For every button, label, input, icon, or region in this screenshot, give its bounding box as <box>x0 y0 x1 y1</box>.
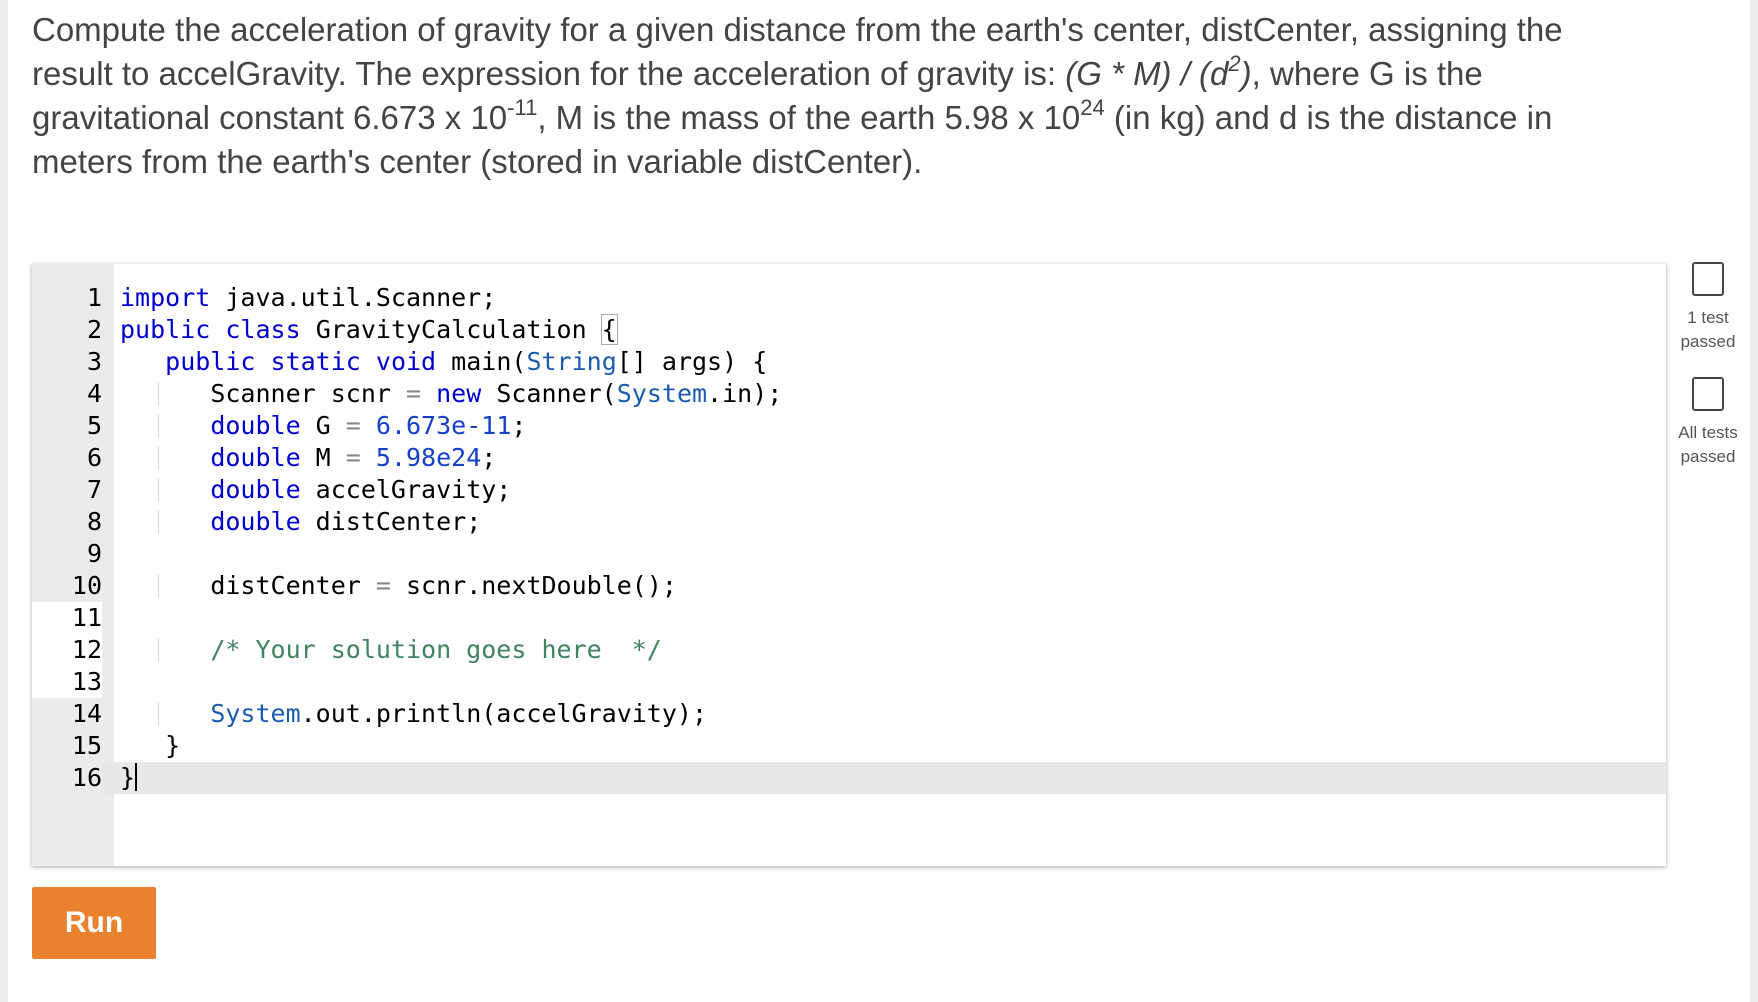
problem-description: Compute the acceleration of gravity for … <box>32 11 1563 180</box>
active-code-line[interactable]: 16 } <box>32 762 1666 794</box>
test-status-label: passed <box>1680 447 1736 466</box>
code-line[interactable]: 2 public class GravityCalculation { <box>32 314 1666 346</box>
test-status-label: 1 test <box>1687 308 1729 327</box>
test-status-label: passed <box>1680 332 1736 351</box>
code-line[interactable]: 8 double distCenter; <box>32 506 1666 538</box>
test-status-all: All tests passed <box>1668 377 1748 469</box>
challenge-card: Compute the acceleration of gravity for … <box>8 0 1750 1002</box>
code-editor[interactable]: 1 import java.util.Scanner; 2 public cla… <box>32 264 1666 866</box>
line-number: 3 <box>32 346 102 378</box>
line-number: 14 <box>32 698 102 730</box>
line-number: 5 <box>32 410 102 442</box>
code-line[interactable]: 15 } <box>32 730 1666 762</box>
matched-brace: { <box>600 314 618 345</box>
code-line[interactable]: 3 public static void main(String[] args)… <box>32 346 1666 378</box>
line-number: 13 <box>32 666 102 698</box>
code-line[interactable]: 13 <box>32 666 1666 698</box>
code-line[interactable]: 11 <box>32 602 1666 634</box>
checkbox-icon <box>1692 262 1724 296</box>
line-number: 15 <box>32 730 102 762</box>
line-number: 16 <box>32 762 102 794</box>
code-line[interactable]: 5 double G = 6.673e-11; <box>32 410 1666 442</box>
line-number: 7 <box>32 474 102 506</box>
run-button[interactable]: Run <box>32 887 156 959</box>
test-status-1: 1 test passed <box>1668 262 1748 354</box>
code-line[interactable]: 10 distCenter = scnr.nextDouble(); <box>32 570 1666 602</box>
solution-comment: /* Your solution goes here */ <box>210 635 662 664</box>
test-status-label: All tests <box>1678 423 1738 442</box>
text-cursor <box>135 763 138 791</box>
line-number: 8 <box>32 506 102 538</box>
code-line[interactable]: 6 double M = 5.98e24; <box>32 442 1666 474</box>
code-line[interactable]: 1 import java.util.Scanner; <box>32 282 1666 314</box>
line-number: 2 <box>32 314 102 346</box>
code-line[interactable]: 12 /* Your solution goes here */ <box>32 634 1666 666</box>
code-line[interactable]: 4 Scanner scnr = new Scanner(System.in); <box>32 378 1666 410</box>
line-number: 1 <box>32 282 102 314</box>
line-number: 10 <box>32 570 102 602</box>
line-number: 11 <box>32 602 102 634</box>
line-number: 9 <box>32 538 102 570</box>
code-line[interactable]: 14 System.out.println(accelGravity); <box>32 698 1666 730</box>
checkbox-icon <box>1692 377 1724 411</box>
line-number: 12 <box>32 634 102 666</box>
line-number: 6 <box>32 442 102 474</box>
code-line[interactable]: 9 <box>32 538 1666 570</box>
line-number: 4 <box>32 378 102 410</box>
code-line[interactable]: 7 double accelGravity; <box>32 474 1666 506</box>
code-lines[interactable]: 1 import java.util.Scanner; 2 public cla… <box>32 282 1666 794</box>
